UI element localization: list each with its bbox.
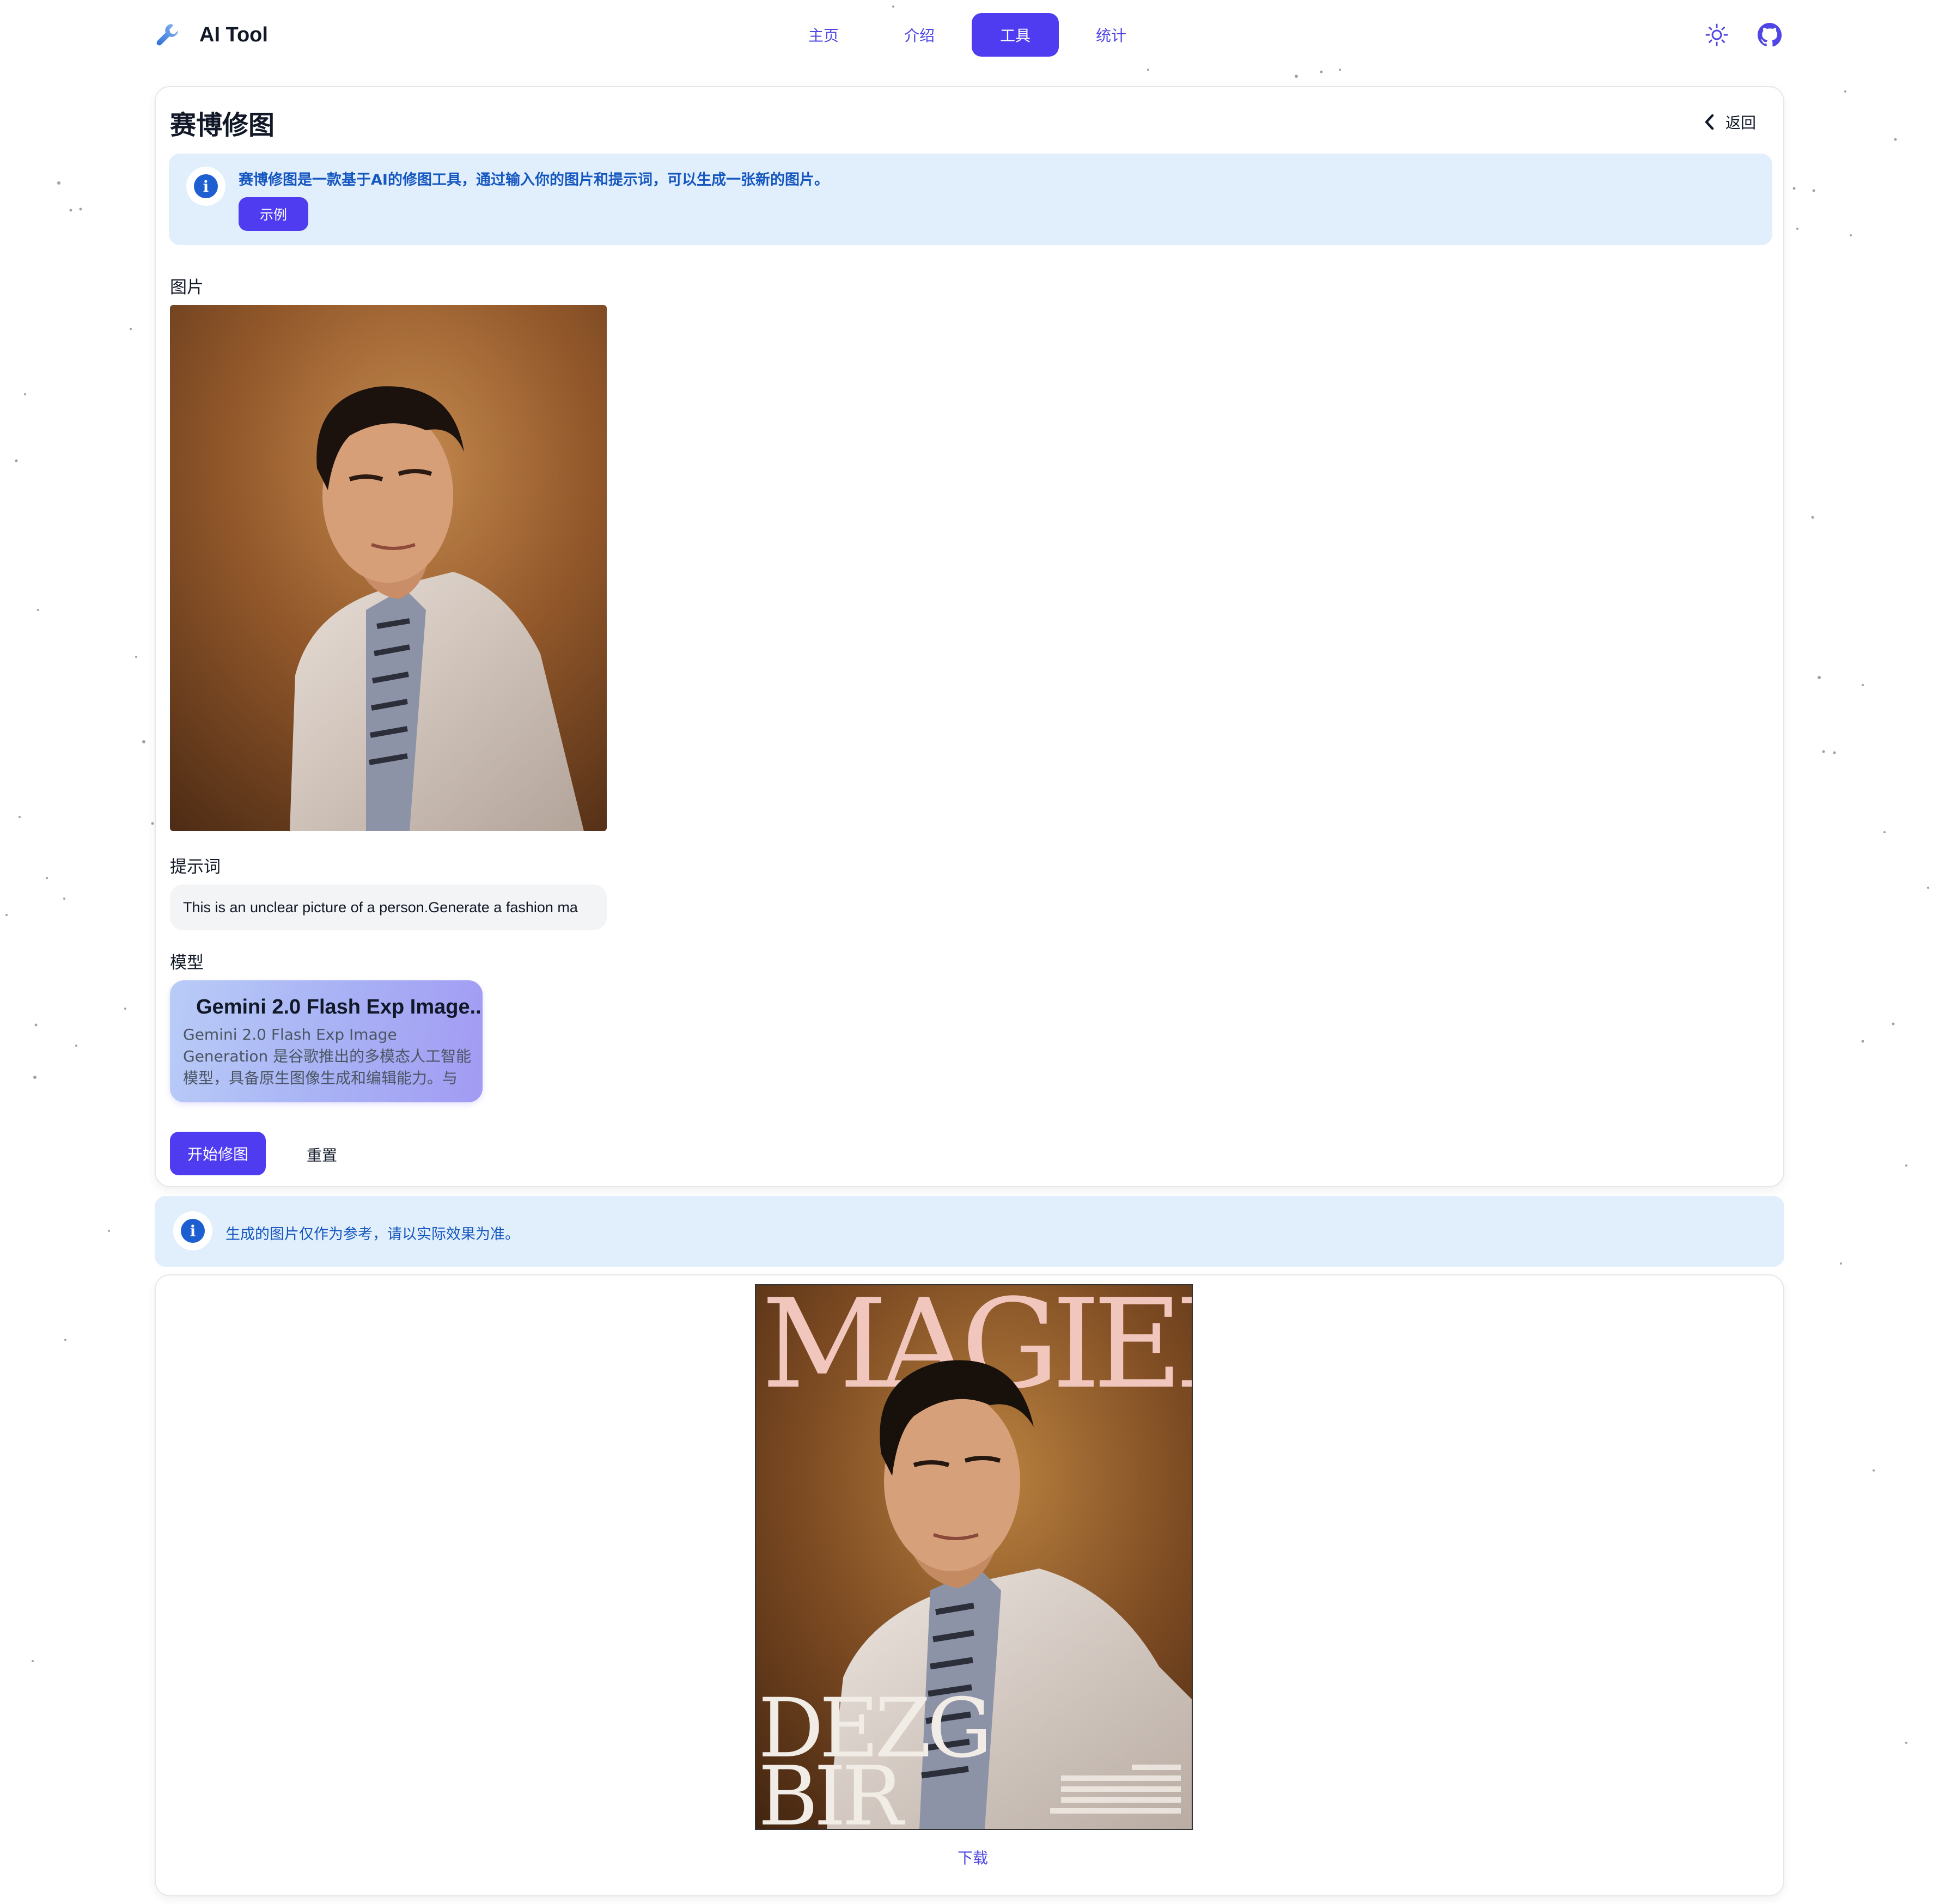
- github-link[interactable]: [1757, 20, 1782, 50]
- back-button[interactable]: 返回: [1702, 111, 1756, 133]
- nav-links: 主页 介绍 工具 统计: [780, 13, 1163, 57]
- result-card: MAGIER DEZG BIR 下载: [155, 1274, 1784, 1896]
- info-icon: i: [186, 167, 225, 206]
- model-name: Gemini 2.0 Flash Exp Image..: [196, 996, 481, 1018]
- prompt-input[interactable]: This is an unclear picture of a person.G…: [170, 884, 607, 930]
- model-description: Gemini 2.0 Flash Exp Image Generation 是谷…: [183, 1026, 472, 1087]
- info-icon: i: [173, 1211, 212, 1250]
- page-title: 赛博修图: [170, 110, 275, 141]
- magazine-cover: MAGIER DEZG BIR: [756, 1285, 1192, 1829]
- prompt-label: 提示词: [170, 857, 221, 877]
- start-button[interactable]: 开始修图: [170, 1132, 266, 1175]
- wrench-icon: [156, 24, 178, 46]
- nav-home[interactable]: 主页: [780, 13, 867, 57]
- theme-toggle[interactable]: [1705, 20, 1729, 50]
- model-card[interactable]: Gemini 2.0 Flash Exp Image.. Gemini 2.0 …: [170, 980, 483, 1102]
- notice-text: 生成的图片仅作为参考，请以实际效果为准。: [225, 1226, 520, 1243]
- source-image[interactable]: [170, 305, 607, 831]
- nav-tools[interactable]: 工具: [972, 13, 1059, 57]
- image-label: 图片: [170, 278, 204, 297]
- result-image[interactable]: MAGIER DEZG BIR: [755, 1284, 1193, 1830]
- magazine-sub-2: BIR: [758, 1749, 905, 1829]
- intro-alert: i 赛博修图是一款基于AI的修图工具，通过输入你的图片和提示词，可以生成一张新的…: [169, 154, 1772, 245]
- portrait-photo: [170, 305, 607, 831]
- back-label: 返回: [1725, 114, 1756, 132]
- reset-button[interactable]: 重置: [281, 1133, 363, 1176]
- intro-text: 赛博修图是一款基于AI的修图工具，通过输入你的图片和提示词，可以生成一张新的图片…: [239, 172, 829, 188]
- tool-card: 赛博修图 返回 i 赛博修图是一款基于AI的修图工具，通过输入你的图片和提示词，…: [155, 86, 1784, 1187]
- top-navbar: AI Tool 主页 介绍 工具 统计: [0, 0, 1939, 70]
- github-icon: [1757, 22, 1782, 47]
- chevron-left-icon: [1705, 114, 1714, 130]
- notice-alert: i 生成的图片仅作为参考，请以实际效果为准。: [155, 1196, 1784, 1267]
- model-label: 模型: [170, 953, 204, 973]
- nav-stats[interactable]: 统计: [1068, 13, 1155, 57]
- app-name: AI Tool: [199, 23, 268, 46]
- example-button[interactable]: 示例: [239, 197, 308, 231]
- nav-intro[interactable]: 介绍: [876, 13, 963, 57]
- sun-icon: [1705, 23, 1728, 46]
- brand[interactable]: AI Tool: [155, 20, 268, 50]
- download-link[interactable]: 下载: [958, 1846, 988, 1868]
